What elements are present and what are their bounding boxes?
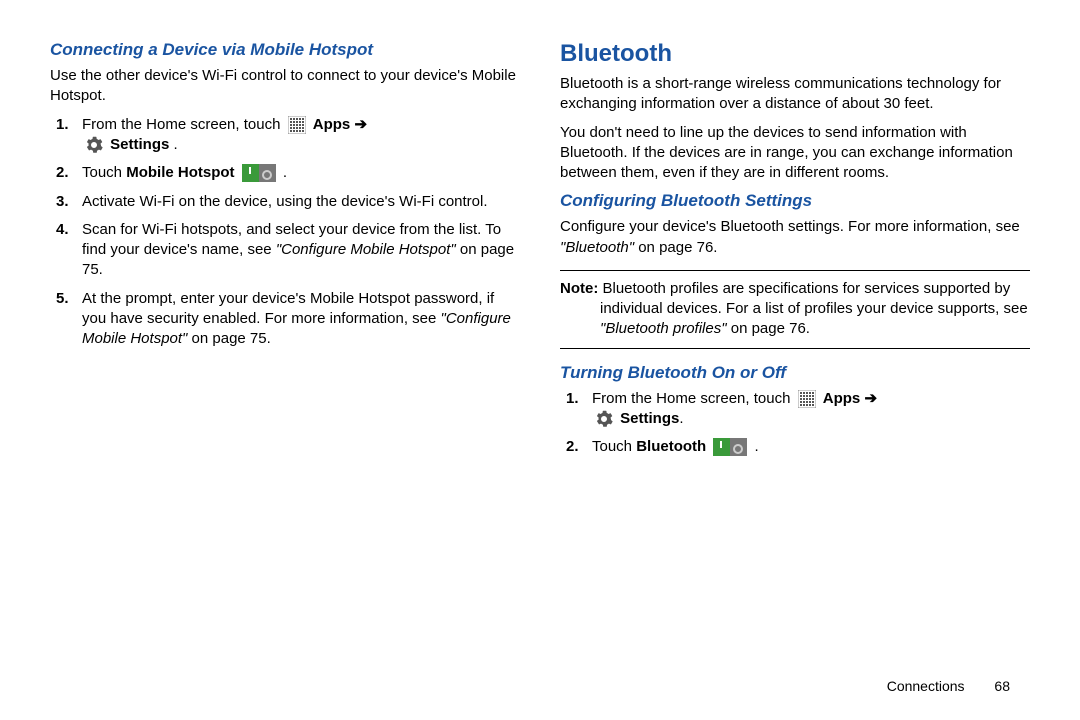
bt-p2: You don't need to line up the devices to… — [560, 123, 1030, 184]
settings-gear-icon — [595, 409, 613, 429]
bt-config-para: Configure your device's Bluetooth settin… — [560, 217, 1030, 258]
apps-label: Apps — [313, 116, 351, 133]
toggle-on-icon — [242, 163, 276, 183]
footer-page-number: 68 — [994, 678, 1010, 694]
apps-grid-icon — [288, 115, 306, 135]
bt-step-1: 1. From the Home screen, touch Apps ➔ Se… — [560, 389, 1030, 430]
settings-gear-icon — [85, 135, 103, 155]
step-5: 5. At the prompt, enter your device's Mo… — [50, 289, 520, 350]
page-footer: Connections 68 — [887, 678, 1010, 694]
step-4: 4. Scan for Wi-Fi hotspots, and select y… — [50, 220, 520, 281]
arrow-icon: ➔ — [354, 116, 367, 133]
toggle-on-icon — [713, 437, 747, 457]
right-column: Bluetooth Bluetooth is a short-range wir… — [560, 40, 1030, 700]
arrow-icon: ➔ — [864, 390, 877, 407]
bt-step-2: 2. Touch Bluetooth . — [560, 437, 1030, 457]
apps-grid-icon — [798, 389, 816, 409]
bluetooth-chapter-title: Bluetooth — [560, 40, 1030, 68]
apps-label: Apps — [823, 390, 861, 407]
bt-config-heading: Configuring Bluetooth Settings — [560, 191, 1030, 211]
hotspot-intro: Use the other device's Wi-Fi control to … — [50, 66, 520, 107]
footer-section: Connections — [887, 678, 965, 694]
bt-turn-steps: 1. From the Home screen, touch Apps ➔ Se… — [560, 389, 1030, 458]
left-column: Connecting a Device via Mobile Hotspot U… — [50, 40, 520, 700]
step-1: 1. From the Home screen, touch Apps ➔ Se… — [50, 115, 520, 156]
note-label: Note: — [560, 280, 598, 297]
bt-turn-heading: Turning Bluetooth On or Off — [560, 363, 1030, 383]
hotspot-heading: Connecting a Device via Mobile Hotspot — [50, 40, 520, 60]
settings-label: Settings — [110, 136, 169, 153]
step-3: 3. Activate Wi-Fi on the device, using t… — [50, 192, 520, 212]
hotspot-steps: 1. From the Home screen, touch Apps ➔ Se… — [50, 115, 520, 350]
note-block: Note: Bluetooth profiles are specificati… — [560, 270, 1030, 349]
bt-p1: Bluetooth is a short-range wireless comm… — [560, 74, 1030, 115]
settings-label: Settings — [620, 410, 679, 427]
step-2: 2. Touch Mobile Hotspot . — [50, 163, 520, 183]
